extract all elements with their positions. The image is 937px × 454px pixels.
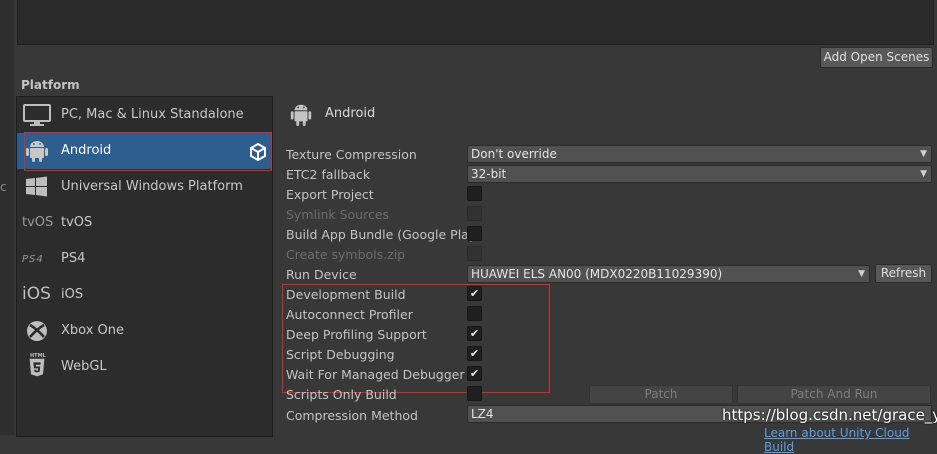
watermark-text: https://blog.csdn.net/grace_yi xyxy=(722,406,937,424)
platform-item-label: tvOS xyxy=(61,215,93,230)
platform-item-xbox[interactable]: Xbox One xyxy=(17,313,272,349)
tvos-icon: tvOS xyxy=(22,215,54,230)
scripts-only-build-label: Scripts Only Build xyxy=(286,387,397,402)
platform-item-label: PC, Mac & Linux Standalone xyxy=(61,107,244,122)
html5-icon-caption: HTML xyxy=(30,353,46,359)
create-symbols-label: Create symbols.zip xyxy=(286,247,406,262)
run-device-dropdown[interactable]: HUAWEI ELS AN00 (MDX0220B11029390) ▼ xyxy=(467,265,870,283)
dropdown-value: LZ4 xyxy=(471,407,494,421)
platform-settings-title: Android xyxy=(325,106,376,121)
ios-icon: iOS xyxy=(22,284,51,304)
scripts-only-build-checkbox[interactable] xyxy=(467,386,482,401)
platform-item-uwp[interactable]: Universal Windows Platform xyxy=(17,169,272,205)
windows-icon xyxy=(26,176,47,197)
etc2-fallback-dropdown[interactable]: 32-bit ▼ xyxy=(467,165,932,183)
patch-and-run-button: Patch And Run xyxy=(737,385,931,404)
platform-item-label: Xbox One xyxy=(61,323,125,338)
compression-method-label: Compression Method xyxy=(286,408,418,423)
dropdown-arrow-icon: ▼ xyxy=(858,269,865,279)
platform-item-label: iOS xyxy=(61,287,84,302)
dropdown-arrow-icon: ▼ xyxy=(920,149,927,159)
platform-item-ios[interactable]: iOS iOS xyxy=(17,277,272,313)
dropdown-value: 32-bit xyxy=(471,167,507,181)
export-project-checkbox[interactable] xyxy=(467,186,482,201)
dropdown-arrow-icon: ▼ xyxy=(920,169,927,179)
selection-highlight-outline xyxy=(24,132,272,171)
xbox-icon xyxy=(27,321,47,341)
scenes-in-build-list[interactable] xyxy=(17,0,934,45)
android-header-icon xyxy=(290,104,312,127)
platform-item-ps4[interactable]: PS4 PS4 xyxy=(17,241,272,277)
platform-item-label: Universal Windows Platform xyxy=(61,179,243,194)
monitor-icon xyxy=(23,104,51,126)
platform-item-label: WebGL xyxy=(61,359,107,374)
etc2-fallback-label: ETC2 fallback xyxy=(286,167,371,182)
build-app-bundle-label: Build App Bundle (Google Play) xyxy=(286,227,482,242)
platform-item-webgl[interactable]: HTML WebGL xyxy=(17,349,272,385)
run-device-label: Run Device xyxy=(286,267,357,282)
texture-compression-dropdown[interactable]: Don't override ▼ xyxy=(467,145,932,163)
dropdown-value: HUAWEI ELS AN00 (MDX0220B11029390) xyxy=(471,267,723,281)
patch-button: Patch xyxy=(589,385,733,404)
dropdown-value: Don't override xyxy=(471,147,557,161)
refresh-button[interactable]: Refresh xyxy=(875,264,932,283)
create-symbols-checkbox xyxy=(467,246,482,261)
add-open-scenes-button[interactable]: Add Open Scenes xyxy=(820,47,933,68)
platform-item-label: PS4 xyxy=(61,251,86,266)
export-project-label: Export Project xyxy=(286,187,374,202)
symlink-sources-checkbox xyxy=(467,206,482,221)
texture-compression-label: Texture Compression xyxy=(286,147,417,162)
platform-item-standalone[interactable]: PC, Mac & Linux Standalone xyxy=(17,97,272,133)
platform-item-tvos[interactable]: tvOS tvOS xyxy=(17,205,272,241)
cloud-build-link[interactable]: Learn about Unity Cloud Build xyxy=(764,426,937,454)
symlink-sources-label: Symlink Sources xyxy=(286,207,390,222)
left-edge-text: c xyxy=(0,180,7,194)
debug-options-highlight-outline xyxy=(282,284,550,393)
ps4-icon: PS4 xyxy=(22,254,44,265)
build-app-bundle-checkbox[interactable] xyxy=(467,226,482,241)
platform-title: Platform xyxy=(21,78,80,92)
left-panel-edge xyxy=(0,0,14,435)
